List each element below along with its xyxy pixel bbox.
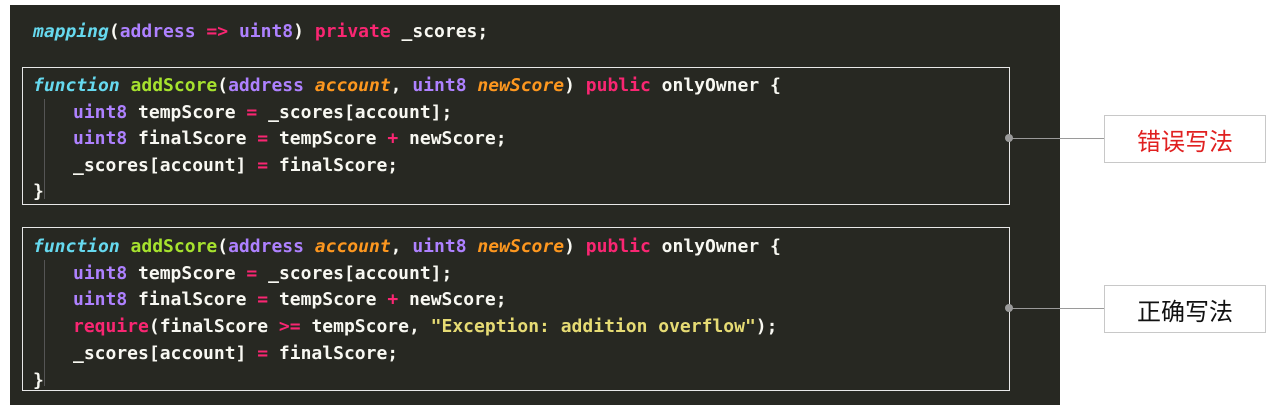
wrong-line-assign: _scores[account] = finalScore;	[73, 153, 398, 179]
expression: (finalScore	[148, 316, 269, 337]
newscore-param: newScore	[477, 236, 565, 257]
paren: (	[217, 236, 229, 257]
correct-usage-label: 正确写法	[1104, 285, 1266, 333]
variable: tempScore	[138, 263, 236, 284]
expression: _scores[account];	[268, 102, 453, 123]
operand: tempScore	[278, 289, 377, 310]
address-type: address	[119, 21, 196, 42]
wrong-line-temp: uint8 tempScore = _scores[account];	[73, 100, 452, 126]
paren: (	[108, 21, 120, 42]
paren: )	[564, 75, 575, 96]
error-message-string: "Exception: addition overflow"	[430, 316, 756, 337]
paren: )	[293, 21, 304, 42]
mapping-keyword: mapping	[33, 21, 109, 42]
expression: tempScore,	[311, 316, 420, 337]
right-line-final: uint8 finalScore = tempScore + newScore;	[73, 287, 507, 313]
connector-line	[1009, 138, 1104, 139]
expression: _scores[account];	[268, 263, 453, 284]
assign-operator: =	[246, 102, 258, 123]
gte-operator: >=	[278, 316, 301, 337]
lhs: _scores[account]	[73, 155, 247, 176]
right-closing-brace: }	[33, 368, 44, 394]
operand: newScore;	[409, 128, 507, 149]
operand: tempScore	[278, 128, 377, 149]
paren: );	[755, 316, 778, 337]
rhs: finalScore;	[278, 343, 399, 364]
modifier: onlyOwner {	[661, 236, 781, 257]
uint8-type: uint8	[412, 75, 467, 96]
scores-identifier: _scores;	[401, 21, 489, 42]
require-keyword: require	[73, 316, 149, 337]
rhs: finalScore;	[278, 155, 399, 176]
comma: ,	[390, 75, 402, 96]
wrong-function-signature: function addScore(address account, uint8…	[33, 73, 781, 99]
uint8-type: uint8	[238, 21, 294, 42]
uint8-type: uint8	[412, 236, 467, 257]
connector-line	[1009, 308, 1104, 309]
wrong-closing-brace: }	[33, 179, 44, 205]
assign-operator: =	[257, 128, 269, 149]
account-param: account	[314, 75, 391, 96]
newscore-param: newScore	[477, 75, 565, 96]
operand: newScore;	[409, 289, 507, 310]
assign-operator: =	[257, 289, 269, 310]
variable: finalScore	[138, 128, 247, 149]
right-function-signature: function addScore(address account, uint8…	[33, 234, 781, 260]
indent-guide	[44, 99, 45, 199]
arrow-operator: =>	[206, 21, 229, 42]
plus-operator: +	[387, 289, 399, 310]
function-keyword: function	[33, 236, 120, 257]
paren: )	[564, 236, 575, 257]
assign-operator: =	[257, 343, 269, 364]
comma: ,	[390, 236, 402, 257]
brace: }	[33, 181, 44, 202]
uint8-type: uint8	[73, 102, 128, 123]
modifier: onlyOwner {	[661, 75, 781, 96]
indent-guide	[44, 260, 45, 386]
plus-operator: +	[387, 128, 399, 149]
uint8-type: uint8	[73, 263, 128, 284]
function-keyword: function	[33, 75, 120, 96]
function-name: addScore	[130, 236, 218, 257]
variable: finalScore	[138, 289, 247, 310]
lhs: _scores[account]	[73, 343, 247, 364]
assign-operator: =	[246, 263, 258, 284]
paren: (	[217, 75, 229, 96]
wrong-usage-label: 错误写法	[1104, 115, 1266, 163]
right-line-temp: uint8 tempScore = _scores[account];	[73, 261, 452, 287]
wrong-line-final: uint8 finalScore = tempScore + newScore;	[73, 126, 507, 152]
uint8-type: uint8	[73, 289, 128, 310]
public-keyword: public	[585, 236, 651, 257]
public-keyword: public	[585, 75, 651, 96]
right-line-assign: _scores[account] = finalScore;	[73, 341, 398, 367]
mapping-declaration: mapping(address => uint8) private _score…	[33, 19, 488, 45]
variable: tempScore	[138, 102, 236, 123]
account-param: account	[314, 236, 391, 257]
function-name: addScore	[130, 75, 218, 96]
uint8-type: uint8	[73, 128, 128, 149]
brace: }	[33, 370, 44, 391]
right-line-require: require(finalScore >= tempScore, "Except…	[73, 314, 777, 340]
address-type: address	[228, 236, 304, 257]
address-type: address	[228, 75, 304, 96]
assign-operator: =	[257, 155, 269, 176]
private-keyword: private	[314, 21, 391, 42]
